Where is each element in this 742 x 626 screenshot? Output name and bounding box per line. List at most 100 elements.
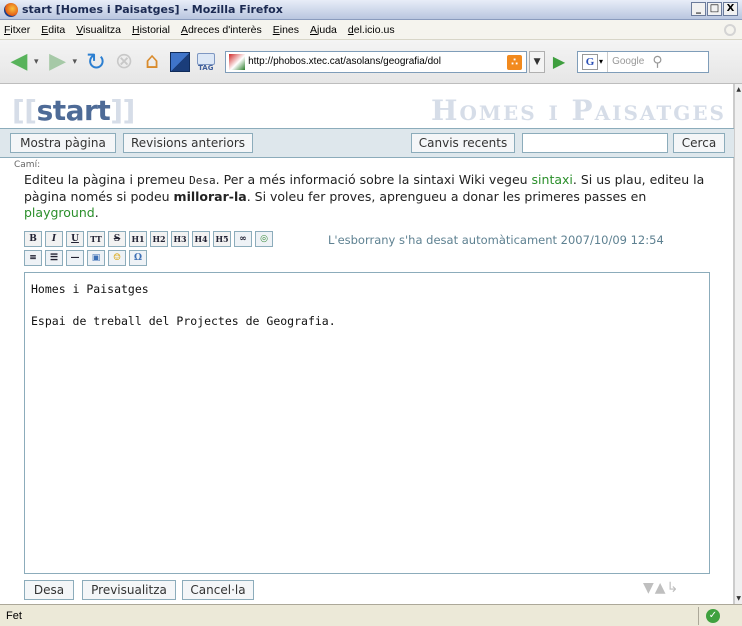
title-open-brackets: [[ <box>12 94 37 127</box>
throbber-icon <box>724 24 736 36</box>
site-favicon-icon <box>229 53 246 70</box>
intro-bold: millorar-la <box>173 189 247 204</box>
menu-ajuda[interactable]: Ajuda <box>310 24 337 36</box>
preview-button[interactable]: Previsualitza <box>82 580 176 600</box>
url-bar[interactable]: http://phobos.xtec.cat/asolans/geografia… <box>225 50 528 73</box>
underline-button[interactable]: U <box>66 231 84 247</box>
home-icon[interactable]: ⌂ <box>139 49 165 75</box>
title-close-brackets: ]] <box>110 94 135 127</box>
status-ok-icon: ✓ <box>706 609 720 623</box>
intro-text-2: . Per a més informació sobre la sintaxi … <box>215 172 532 187</box>
strikethrough-button[interactable]: S <box>108 231 126 247</box>
menu-adreces[interactable]: Adreces d'interès <box>181 24 262 36</box>
google-icon: G <box>582 53 599 70</box>
reload-icon[interactable]: ↻ <box>83 48 109 76</box>
edit-actions: Desa Previsualitza Cancel·la ▼ ▲ ↳ <box>0 576 734 604</box>
forward-icon[interactable]: ▶ <box>45 49 71 75</box>
close-button[interactable]: X <box>723 2 738 16</box>
h1-button[interactable]: H1 <box>129 231 147 247</box>
wiki-search-input[interactable] <box>522 133 668 153</box>
draft-status: L'esborrany s'ha desat automàticament 20… <box>328 233 664 247</box>
navigation-toolbar: ◀ ▾ ▶ ▾ ↻ ⊗ ⌂ TAG http://phobos.xtec.cat… <box>0 40 742 84</box>
action-bar: Mostra pàgina Revisions anteriors Canvis… <box>0 128 734 158</box>
search-icon[interactable]: ⚲ <box>652 54 662 70</box>
menu-fitxer[interactable]: Fitxer <box>4 24 30 36</box>
menu-edita[interactable]: Edita <box>41 24 65 36</box>
back-dropdown-icon[interactable]: ▾ <box>34 57 39 67</box>
intro-text-1: Editeu la pàgina i premeu <box>24 172 190 187</box>
playground-link[interactable]: playground <box>24 205 95 220</box>
url-text[interactable]: http://phobos.xtec.cat/asolans/geografia… <box>248 56 476 67</box>
save-button[interactable]: Desa <box>24 580 74 600</box>
window-title: start [Homes i Paisatges] - Mozilla Fire… <box>22 3 283 16</box>
minimize-button[interactable]: _ <box>691 2 706 16</box>
intro-text-4: . Si voleu fer proves, aprengueu a donar… <box>246 189 647 204</box>
menu-historial[interactable]: Historial <box>132 24 170 36</box>
back-icon[interactable]: ◀ <box>6 49 32 75</box>
wrap-toggle-icon[interactable]: ↳ <box>667 580 679 596</box>
cancel-button[interactable]: Cancel·la <box>182 580 254 600</box>
title-word[interactable]: start <box>37 94 111 127</box>
scroll-down-icon[interactable]: ▼ <box>736 595 741 602</box>
recent-changes-button[interactable]: Canvis recents <box>411 133 515 153</box>
h4-button[interactable]: H4 <box>192 231 210 247</box>
old-revisions-button[interactable]: Revisions anteriors <box>123 133 253 153</box>
search-engine-selector[interactable]: G ▾ <box>578 51 609 72</box>
engine-dropdown-icon: ▾ <box>599 57 604 66</box>
link-icon[interactable]: ∞ <box>234 231 252 247</box>
tag-icon[interactable]: TAG <box>195 51 217 73</box>
edit-intro: Editeu la pàgina i premeu Desa. Per a mé… <box>24 172 724 221</box>
editor-toolbar: B I U TT S H1 H2 H3 H4 H5 ∞ ◎ L'esborran… <box>24 231 724 271</box>
special-chars-icon[interactable]: Ω <box>129 250 147 266</box>
forward-dropdown-icon[interactable]: ▾ <box>73 57 78 67</box>
monospace-button[interactable]: TT <box>87 231 105 247</box>
url-dropdown-icon[interactable]: ▼ <box>529 50 546 73</box>
bookmark-icon <box>170 51 191 72</box>
rss-icon[interactable]: ∴ <box>507 54 523 70</box>
window-titlebar: start [Homes i Paisatges] - Mozilla Fire… <box>0 0 742 20</box>
menu-eines[interactable]: Eines <box>273 24 299 36</box>
arrow-down-icon[interactable]: ▼ <box>643 580 654 596</box>
status-divider <box>698 607 699 625</box>
intro-code: Desa <box>189 174 216 187</box>
search-placeholder[interactable]: Google <box>612 56 644 67</box>
bold-button[interactable]: B <box>24 231 42 247</box>
wiki-header: [[start]] Homes i Paisatges <box>0 84 734 128</box>
firefox-logo-icon <box>4 2 18 17</box>
ordered-list-icon[interactable]: ≡ <box>24 250 42 266</box>
search-bar[interactable]: G ▾ Google ⚲ <box>577 50 710 73</box>
search-button[interactable]: Cerca <box>673 133 725 153</box>
window-controls: _ □ X <box>691 2 738 16</box>
show-page-button[interactable]: Mostra pàgina <box>10 133 116 153</box>
h2-button[interactable]: H2 <box>150 231 168 247</box>
external-link-icon[interactable]: ◎ <box>255 231 273 247</box>
maximize-button[interactable]: □ <box>707 2 722 16</box>
stop-icon[interactable]: ⊗ <box>111 49 137 75</box>
resize-arrows: ▼ ▲ ↳ <box>643 580 678 596</box>
go-icon[interactable]: ▶ <box>549 51 569 73</box>
status-text: Fet <box>6 609 22 622</box>
menu-delicious[interactable]: del.icio.us <box>348 24 395 36</box>
bookmark-button[interactable] <box>167 49 193 75</box>
unordered-list-icon[interactable]: ☰ <box>45 250 63 266</box>
site-name[interactable]: Homes i Paisatges <box>431 94 726 127</box>
image-icon[interactable]: ▣ <box>87 250 105 266</box>
tag-label: TAG <box>198 63 214 72</box>
h3-button[interactable]: H3 <box>171 231 189 247</box>
arrow-up-icon[interactable]: ▲ <box>655 580 666 596</box>
page-title[interactable]: [[start]] <box>12 94 135 127</box>
scroll-up-icon[interactable]: ▲ <box>736 86 741 93</box>
wiki-text-editor[interactable]: Homes i Paisatges Espai de treball del P… <box>24 272 710 574</box>
breadcrumb: Camí: <box>14 160 41 170</box>
page-content: [[start]] Homes i Paisatges Mostra pàgin… <box>0 84 734 604</box>
italic-button[interactable]: I <box>45 231 63 247</box>
menu-bar: Fitxer Edita Visualitza Historial Adrece… <box>0 20 742 40</box>
syntax-link[interactable]: sintaxi <box>532 172 573 187</box>
status-bar: Fet ✓ <box>0 604 742 626</box>
intro-text-5: . <box>94 205 99 220</box>
horizontal-rule-icon[interactable]: — <box>66 250 84 266</box>
menu-visualitza[interactable]: Visualitza <box>76 24 121 36</box>
h5-button[interactable]: H5 <box>213 231 231 247</box>
smiley-icon[interactable]: ☺ <box>108 250 126 266</box>
page-scrollbar[interactable]: ▲ ▼ <box>734 84 742 604</box>
